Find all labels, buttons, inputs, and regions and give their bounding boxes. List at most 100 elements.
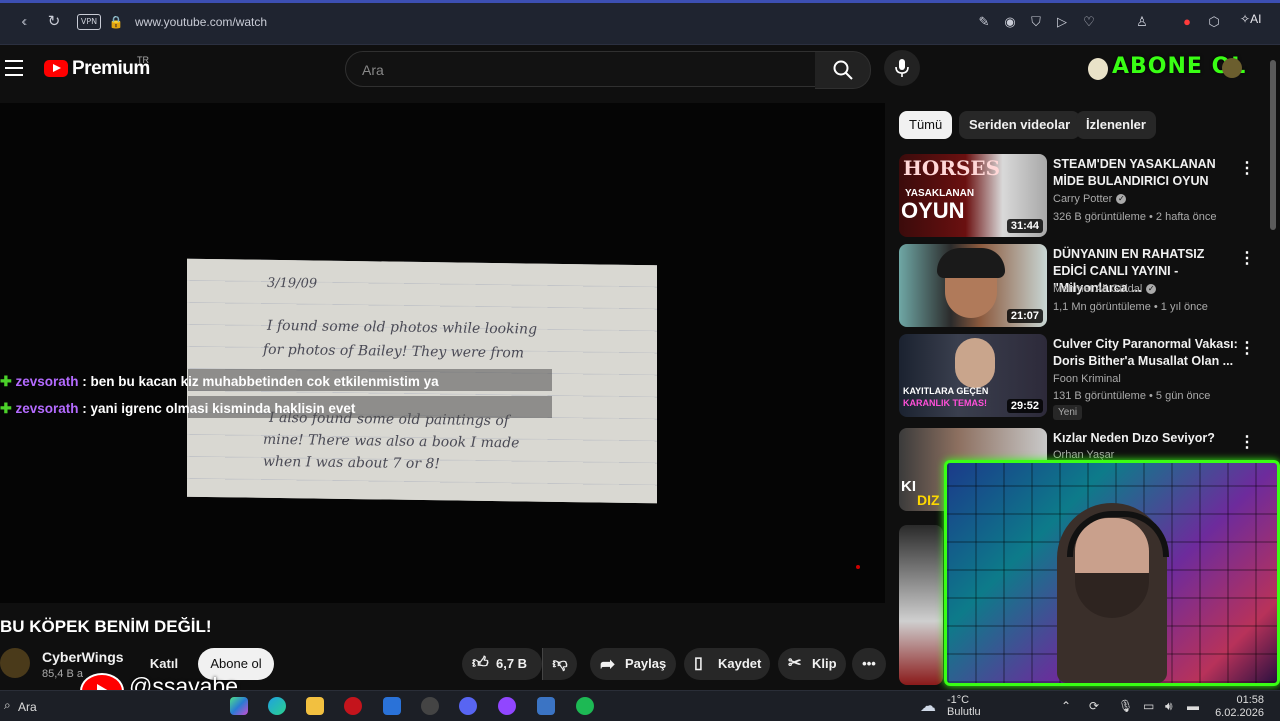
rec-channel[interactable]: Mehmet Ali Güldal ✓ xyxy=(1053,283,1157,295)
video-thumbnail[interactable]: HORSES YASAKLANAN OYUN 31:44 xyxy=(899,154,1047,237)
mic-tray-icon[interactable]: 🎙︎ xyxy=(1118,699,1133,713)
thumb-text: DIZ xyxy=(917,492,940,508)
vpn-badge[interactable]: VPN xyxy=(77,14,101,30)
channel-avatar[interactable] xyxy=(0,648,30,678)
note-line: when I was about 7 or 8! xyxy=(263,453,440,473)
edit-icon[interactable]: ✎ xyxy=(975,13,993,31)
ai-label: AI xyxy=(1250,12,1262,26)
clip-button[interactable]: ✂ Klip xyxy=(778,648,846,680)
account-avatar[interactable] xyxy=(1222,58,1242,78)
clock[interactable]: 01:58 6.02.2026 xyxy=(1208,694,1264,720)
chip-series[interactable]: Seriden videolar xyxy=(959,111,1081,139)
chip-watched[interactable]: İzlenenler xyxy=(1076,111,1156,139)
sync-icon[interactable]: ⟳ xyxy=(1089,699,1099,713)
rec-channel[interactable]: Foon Kriminal xyxy=(1053,373,1121,385)
chat-message: ✚ zevsorath : ben bu kacan kiz muhabbeti… xyxy=(0,373,439,390)
more-icon: ••• xyxy=(862,656,876,671)
camera-icon[interactable]: ◉ xyxy=(1001,13,1019,31)
search-input[interactable] xyxy=(360,61,784,79)
video-thumbnail[interactable]: 21:07 xyxy=(899,244,1047,327)
twitch-icon[interactable] xyxy=(498,697,516,715)
battery-icon[interactable]: ▬ xyxy=(1187,699,1199,713)
play-icon[interactable]: ▷ xyxy=(1053,13,1071,31)
thumb-text: OYUN xyxy=(901,198,965,223)
share-label: Paylaş xyxy=(625,656,667,671)
opera-icon[interactable] xyxy=(344,697,362,715)
scissors-icon: ✂ xyxy=(788,655,802,672)
more-actions-button[interactable]: ••• xyxy=(852,648,886,680)
rec-meta: 326 B görüntüleme • 2 hafta önce xyxy=(1053,211,1217,223)
cube-extension-icon[interactable]: ⬡ xyxy=(1205,13,1223,31)
network-icon[interactable]: ▭ xyxy=(1143,699,1154,713)
copilot-icon[interactable] xyxy=(230,697,248,715)
heart-icon[interactable]: ♡ xyxy=(1080,13,1098,31)
voice-search-button[interactable] xyxy=(884,50,920,86)
rec-title[interactable]: Culver City Paranormal Vakası: Doris Bit… xyxy=(1053,336,1238,370)
rec-channel[interactable]: Carry Potter ✓ xyxy=(1053,193,1127,205)
chat-username: zevsorath xyxy=(15,374,79,389)
chevron-up-icon[interactable]: ⌃ xyxy=(1061,699,1071,713)
edge-icon[interactable] xyxy=(268,697,286,715)
kebab-menu-icon[interactable]: ⋮ xyxy=(1239,248,1255,268)
browser-toolbar: ‹ ‹ ↻ VPN 🔒 www.youtube.com/watch ✎ ◉ ⛉ … xyxy=(0,0,1280,45)
taskbar-search-icon[interactable]: ⌕ xyxy=(4,698,11,713)
channel-name[interactable]: CyberWings xyxy=(42,649,124,665)
taskbar-search[interactable]: Ara xyxy=(18,700,37,714)
like-button[interactable]: 👍︎ 6,7 B xyxy=(462,648,542,680)
rec-title[interactable]: STEAM'DEN YASAKLANAN MİDE BULANDIRICI OY… xyxy=(1053,156,1238,190)
folder-icon[interactable] xyxy=(306,697,324,715)
kebab-menu-icon[interactable]: ⋮ xyxy=(1239,158,1255,178)
youtube-logo-icon[interactable] xyxy=(44,60,68,77)
kebab-menu-icon[interactable]: ⋮ xyxy=(1239,338,1255,358)
profile-icon[interactable]: ♙ xyxy=(1133,13,1151,31)
weather-widget[interactable]: -1°C Bulutlu xyxy=(947,694,981,718)
region-label: TR xyxy=(137,55,149,65)
chat-username: zevsorath xyxy=(15,401,79,416)
search-box[interactable] xyxy=(345,51,817,87)
volume-icon[interactable]: 🔊︎ xyxy=(1165,699,1173,714)
video-thumbnail[interactable]: KAYITLARA GEÇEN KARANLIK TEMAS! 29:52 xyxy=(899,334,1047,417)
shield-icon[interactable]: ⛉ xyxy=(1027,13,1045,31)
menu-icon[interactable] xyxy=(5,60,23,76)
ai-icon: ✧ xyxy=(1240,12,1251,26)
kebab-menu-icon[interactable]: ⋮ xyxy=(1239,432,1255,452)
chat-star-icon: ✚ xyxy=(0,373,12,389)
thumb-text: HORSES xyxy=(903,156,1001,180)
rec-meta: 1,1 Mn görüntüleme • 1 yıl önce xyxy=(1053,301,1208,313)
skull-icon xyxy=(1088,58,1108,80)
lock-icon[interactable]: 🔒 xyxy=(106,12,126,32)
partial-thumbnail[interactable] xyxy=(899,525,943,685)
clip-label: Klip xyxy=(812,656,837,671)
share-button[interactable]: ➦ Paylaş xyxy=(590,648,676,680)
thumb-text: KAYITLARA GEÇEN xyxy=(903,386,989,396)
reload-icon[interactable]: ↻ xyxy=(44,12,64,32)
page-scrollbar[interactable] xyxy=(1270,60,1276,230)
chat-star-icon: ✚ xyxy=(0,400,12,416)
record-extension-icon[interactable]: ● xyxy=(1178,13,1196,31)
app-icon[interactable] xyxy=(537,697,555,715)
verified-icon: ✓ xyxy=(1116,194,1127,205)
dislike-button[interactable]: 👎︎ xyxy=(542,648,577,680)
search-button[interactable] xyxy=(815,51,871,89)
chip-all[interactable]: Tümü xyxy=(899,111,953,139)
chat-text: : ben bu kacan kiz muhabbetinden cok etk… xyxy=(82,374,439,389)
window-top-accent xyxy=(0,0,1280,3)
thumb-text: KARANLIK TEMAS! xyxy=(903,398,987,408)
obs-icon[interactable] xyxy=(421,697,439,715)
taskbar: ⌕ Ara ☁ -1°C Bulutlu ⌃ ⟳ 🎙︎ ▭ 🔊︎ ▬ 01:58… xyxy=(0,690,1280,721)
discord-icon[interactable] xyxy=(459,697,477,715)
rec-title[interactable]: Kızlar Neden Dızo Seviyor? xyxy=(1053,430,1238,447)
webcam-overlay xyxy=(944,460,1280,686)
address-bar[interactable]: www.youtube.com/watch xyxy=(135,15,267,29)
red-dot xyxy=(856,565,860,569)
save-button[interactable]: ▯ Kaydet xyxy=(684,648,770,680)
bookmark-icon: ▯ xyxy=(694,655,703,672)
clock-date: 6.02.2026 xyxy=(1215,707,1264,719)
clock-time: 01:58 xyxy=(1236,694,1264,706)
ai-button[interactable]: ✧AI xyxy=(1240,12,1274,32)
microphone-icon xyxy=(895,59,909,77)
spotify-icon[interactable] xyxy=(576,697,594,715)
cloud-icon: ☁ xyxy=(920,698,936,715)
mail-icon[interactable] xyxy=(383,697,401,715)
forward-button[interactable] xyxy=(14,12,34,32)
